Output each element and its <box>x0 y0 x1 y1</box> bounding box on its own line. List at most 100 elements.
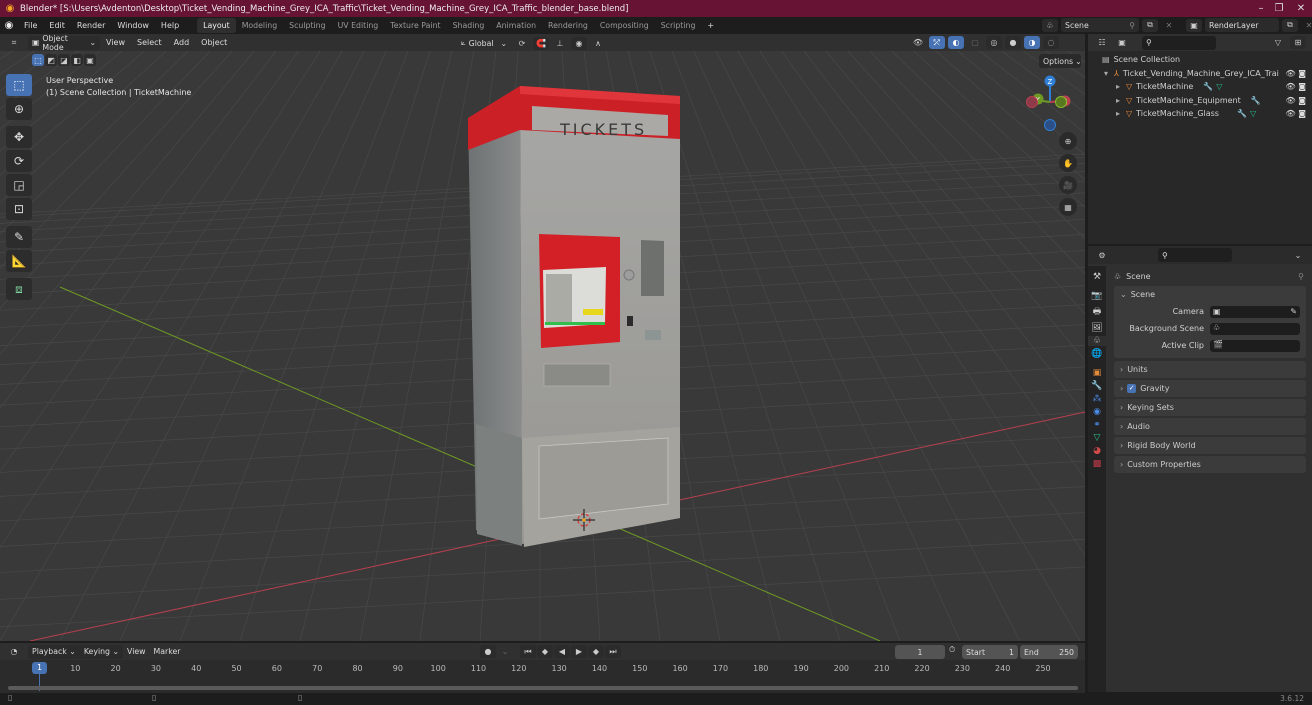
shading-rendered-icon[interactable]: ◌ <box>1043 36 1059 49</box>
proportional-edit-icon[interactable]: ◉ <box>571 36 587 50</box>
new-scene-icon[interactable]: ⧉ <box>1142 18 1158 32</box>
playhead[interactable]: 1 <box>32 662 47 674</box>
tool-tab-icon[interactable]: ⚒ <box>1093 272 1101 282</box>
custom-properties-panel[interactable]: › Custom Properties <box>1114 456 1306 473</box>
ortho-grid-icon[interactable]: ▦ <box>1059 198 1077 216</box>
menu-help[interactable]: Help <box>155 17 185 34</box>
falloff-icon[interactable]: ∧ <box>590 37 606 50</box>
select-subtract-icon[interactable]: ◪ <box>58 54 70 66</box>
editor-type-icon[interactable]: ⌗ <box>6 36 22 49</box>
play-icon[interactable]: ▶ <box>571 645 587 658</box>
visibility-eye-icon[interactable]: 👁 ◙ <box>1286 67 1306 81</box>
shading-wireframe-icon[interactable]: ◎ <box>986 36 1002 49</box>
scene-browse-icon[interactable]: ♧ <box>1042 18 1058 32</box>
view-layer-browse-icon[interactable]: ▣ <box>1186 18 1202 32</box>
view-layer-tab-icon[interactable]: 🖼 <box>1091 323 1102 333</box>
timeline-view-menu[interactable]: View <box>123 645 150 659</box>
jump-start-icon[interactable]: ⏮ <box>520 645 536 658</box>
next-keyframe-icon[interactable]: ◆ <box>588 645 604 658</box>
expand-arrow-icon[interactable]: ▾ <box>1104 67 1114 81</box>
visibility-eye-icon[interactable]: 👁 ◙ <box>1286 107 1306 121</box>
expand-arrow-icon[interactable]: ▸ <box>1116 94 1126 108</box>
shading-solid-icon[interactable]: ● <box>1005 36 1021 49</box>
shading-material-icon[interactable]: ◑ <box>1024 36 1040 49</box>
mesh-data-icon[interactable]: ▽ <box>1216 80 1222 94</box>
add-workspace-button[interactable]: + <box>701 17 720 34</box>
tab-compositing[interactable]: Compositing <box>594 18 655 33</box>
keying-menu[interactable]: Keying ⌄ <box>79 644 124 659</box>
delete-view-layer-icon[interactable]: ✕ <box>1301 19 1312 32</box>
menu-view[interactable]: View <box>100 38 131 47</box>
annotate-tool[interactable]: ✎ <box>6 226 32 248</box>
eyedropper-icon[interactable]: ✎ <box>1290 307 1297 316</box>
modifier-wrench-icon[interactable]: 🔧 <box>1203 80 1213 94</box>
transform-orientation-dropdown[interactable]: ⟀ Global ⌄ <box>457 36 511 50</box>
gravity-checkbox[interactable]: ✓ <box>1127 384 1137 393</box>
timeline-scrollbar[interactable] <box>8 686 1078 690</box>
select-box-tool[interactable]: ⬚ <box>6 74 32 96</box>
expand-arrow-icon[interactable]: ▸ <box>1116 80 1126 94</box>
select-extend-icon[interactable]: ◩ <box>45 54 57 66</box>
camera-field[interactable]: ▣ ✎ <box>1210 305 1300 318</box>
outliner-row-object[interactable]: ▸ ▽ TicketMachine 🔧 ▽ 👁 ◙ <box>1088 80 1312 94</box>
physics-tab-icon[interactable]: ◉ <box>1093 407 1101 417</box>
frame-ruler[interactable]: 10 20 30 40 50 60 70 80 90 100 110 120 130 140 150 160 1… <box>0 664 1085 676</box>
outliner-search[interactable]: ⚲ <box>1142 35 1216 50</box>
current-frame-field[interactable]: 1 <box>895 645 945 659</box>
cursor-tool[interactable]: ⊕ <box>6 98 32 120</box>
prev-keyframe-icon[interactable]: ◆ <box>537 645 553 658</box>
jump-end-icon[interactable]: ⏭ <box>605 645 621 658</box>
texture-tab-icon[interactable]: ▩ <box>1093 459 1102 469</box>
gravity-panel[interactable]: › ✓ Gravity <box>1114 380 1306 397</box>
scene-selector[interactable]: Scene ⚲ <box>1061 18 1139 32</box>
visibility-icon[interactable]: 👁 <box>910 36 926 49</box>
new-view-layer-icon[interactable]: ⧉ <box>1282 18 1298 32</box>
tab-modeling[interactable]: Modeling <box>236 18 283 33</box>
gizmo-toggle-icon[interactable]: ⤱ <box>929 36 945 49</box>
snap-toggle-icon[interactable]: 🧲 <box>533 36 549 50</box>
tab-sculpting[interactable]: Sculpting <box>283 18 331 33</box>
pivot-point-icon[interactable]: ⟳ <box>514 37 530 50</box>
data-tab-icon[interactable]: ▽ <box>1094 433 1101 443</box>
end-frame-field[interactable]: End 250 <box>1020 645 1078 659</box>
menu-window[interactable]: Window <box>111 17 155 34</box>
zoom-icon[interactable]: ⊕ <box>1059 132 1077 150</box>
units-panel[interactable]: › Units <box>1114 361 1306 378</box>
measure-tool[interactable]: 📐 <box>6 250 32 272</box>
menu-select[interactable]: Select <box>131 38 168 47</box>
close-button[interactable]: ✕ <box>1284 0 1312 17</box>
menu-file[interactable]: File <box>18 17 43 34</box>
scene-panel-header[interactable]: ⌄ Scene <box>1114 286 1306 303</box>
xray-icon[interactable]: ▢ <box>967 36 983 49</box>
tab-scripting[interactable]: Scripting <box>655 18 702 33</box>
particles-tab-icon[interactable]: ⁂ <box>1093 394 1102 404</box>
properties-search[interactable]: ⚲ <box>1158 248 1232 262</box>
outliner-row-object[interactable]: ▸ ▽ TicketMachine_Glass 🔧 ▽ 👁 ◙ <box>1088 107 1312 121</box>
expand-arrow-icon[interactable]: ▸ <box>1116 107 1126 121</box>
3d-viewport[interactable]: TICKETS User Perspective (1) Scene Colle… <box>0 34 1085 641</box>
options-dropdown[interactable]: Options ⌄ <box>1039 54 1082 68</box>
material-tab-icon[interactable]: ◕ <box>1093 446 1101 456</box>
keying-sets-panel[interactable]: › Keying Sets <box>1114 399 1306 416</box>
scale-tool[interactable]: ◲ <box>6 174 32 196</box>
outliner-editor-icon[interactable]: ☷ <box>1094 36 1110 49</box>
mode-dropdown[interactable]: ▣ Object Mode ⌄ <box>28 34 100 52</box>
tab-shading[interactable]: Shading <box>447 18 491 33</box>
rigid-body-world-panel[interactable]: › Rigid Body World <box>1114 437 1306 454</box>
keying-dropdown-icon[interactable]: ⌄ <box>497 645 513 658</box>
menu-add[interactable]: Add <box>168 38 196 47</box>
background-scene-field[interactable]: ♧ <box>1210 322 1300 335</box>
world-tab-icon[interactable]: 🌐 <box>1091 349 1102 359</box>
view-layer-selector[interactable]: RenderLayer <box>1205 18 1279 32</box>
playback-menu[interactable]: Playback ⌄ <box>28 644 80 659</box>
render-tab-icon[interactable]: 📷 <box>1091 291 1102 301</box>
display-mode-icon[interactable]: ▣ <box>1114 36 1130 49</box>
move-tool[interactable]: ✥ <box>6 126 32 148</box>
tab-rendering[interactable]: Rendering <box>542 18 594 33</box>
marker-menu[interactable]: Marker <box>150 645 185 659</box>
properties-editor-icon[interactable]: ⚙ <box>1094 249 1110 262</box>
active-clip-field[interactable]: 🎬 <box>1210 339 1300 352</box>
auto-keying-icon[interactable]: ● <box>480 645 496 658</box>
modifier-wrench-icon[interactable]: 🔧 <box>1237 107 1247 121</box>
select-invert-icon[interactable]: ◧ <box>71 54 83 66</box>
